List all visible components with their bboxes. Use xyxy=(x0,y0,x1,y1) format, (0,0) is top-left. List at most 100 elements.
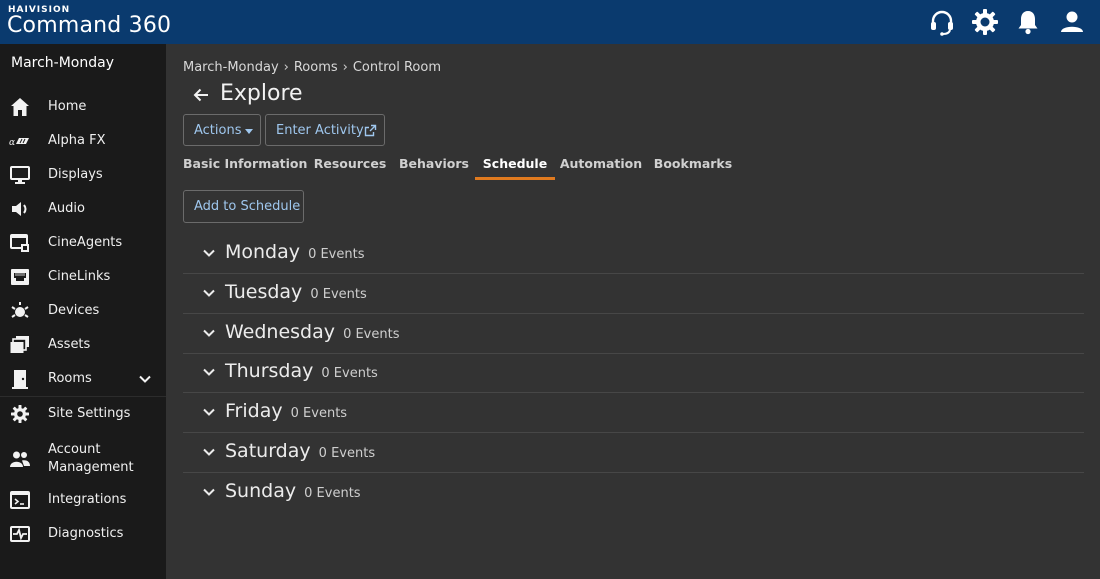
sidebar-item-label: Site Settings xyxy=(48,406,131,421)
sidebar-item-site-settings[interactable]: Site Settings xyxy=(0,398,166,430)
alphafx-icon: α xyxy=(9,130,31,152)
sidebar-item-displays[interactable]: Displays xyxy=(0,159,166,191)
sidebar-item-label: Account Management xyxy=(48,442,134,475)
headset-icon[interactable] xyxy=(927,7,957,37)
sidebar-item-label: Rooms xyxy=(48,371,92,386)
day-name: Monday 0 Events xyxy=(225,241,365,263)
main-content: March-Monday › Rooms › Control Room Explore … xyxy=(166,44,1100,579)
svg-text:α: α xyxy=(9,138,15,148)
tab-bookmarks[interactable]: Bookmarks xyxy=(649,154,737,180)
sidebar-item-label: Integrations xyxy=(48,492,127,507)
day-name: Friday 0 Events xyxy=(225,400,348,422)
sidebar-item-devices[interactable]: Devices xyxy=(0,295,166,327)
tab-automation[interactable]: Automation xyxy=(559,154,643,180)
tab-behaviors[interactable]: Behaviors xyxy=(394,154,474,180)
breadcrumb-separator: › xyxy=(342,60,348,75)
day-name: Sunday 0 Events xyxy=(225,480,361,502)
chevron-down-icon xyxy=(202,365,216,379)
chevron-down-icon xyxy=(202,246,216,260)
breadcrumb-separator: › xyxy=(283,60,289,75)
bell-icon[interactable] xyxy=(1013,7,1043,37)
event-count: 0 Events xyxy=(304,486,361,501)
tab-basic-information[interactable]: Basic Information xyxy=(183,154,307,180)
chevron-down-icon xyxy=(202,405,216,419)
sidebar-item-integrations[interactable]: Integrations xyxy=(0,484,166,516)
sidebar-item-label: Assets xyxy=(48,337,91,352)
sidebar: March-Monday Home α Alpha FX Displays Au… xyxy=(0,44,166,579)
sidebar-item-label: Diagnostics xyxy=(48,526,124,541)
actions-label: Actions xyxy=(194,123,242,138)
event-count: 0 Events xyxy=(343,327,400,342)
tab-resources[interactable]: Resources xyxy=(311,154,389,180)
sidebar-item-label: CineAgents xyxy=(48,235,123,250)
actions-dropdown-button[interactable]: Actions xyxy=(183,114,261,146)
sidebar-item-label: Home xyxy=(48,99,87,114)
sidebar-item-label: Devices xyxy=(48,303,100,318)
devices-icon xyxy=(9,300,31,322)
sidebar-item-audio[interactable]: Audio xyxy=(0,193,166,225)
event-count: 0 Events xyxy=(321,366,378,381)
gear-icon[interactable] xyxy=(970,7,1000,37)
breadcrumb-item: Control Room xyxy=(352,60,441,75)
chevron-down-icon xyxy=(202,326,216,340)
schedule-day-row[interactable]: Thursday 0 Events xyxy=(183,353,1084,393)
speaker-icon xyxy=(9,198,31,220)
sidebar-item-label: Alpha FX xyxy=(48,133,106,148)
sidebar-item-label: Audio xyxy=(48,201,85,216)
day-name: Tuesday 0 Events xyxy=(225,281,367,303)
add-to-schedule-button[interactable]: Add to Schedule xyxy=(183,190,304,223)
schedule-day-row[interactable]: Sunday 0 Events xyxy=(183,473,1084,513)
chevron-down-icon[interactable] xyxy=(138,372,152,386)
sidebar-item-alpha-fx[interactable]: α Alpha FX xyxy=(0,125,166,157)
users-icon xyxy=(9,448,31,470)
breadcrumb: March-Monday › Rooms › Control Room xyxy=(183,60,441,75)
sidebar-item-label: CineLinks xyxy=(48,269,111,284)
enter-activity-button[interactable]: Enter Activity xyxy=(265,114,385,146)
sidebar-item-home[interactable]: Home xyxy=(0,91,166,123)
top-bar: HAIVISION Command 360 xyxy=(0,0,1100,44)
sidebar-divider xyxy=(0,396,166,397)
event-count: 0 Events xyxy=(290,406,348,421)
schedule-day-row[interactable]: Wednesday 0 Events xyxy=(183,314,1084,354)
sidebar-item-cineagents[interactable]: CineAgents xyxy=(0,227,166,259)
enter-activity-label: Enter Activity xyxy=(276,123,364,138)
terminal-icon xyxy=(9,489,31,511)
day-name: Thursday 0 Events xyxy=(225,360,378,382)
page-title: Explore xyxy=(220,81,303,106)
assets-icon xyxy=(9,334,31,356)
sidebar-item-assets[interactable]: Assets xyxy=(0,329,166,361)
schedule-day-row[interactable]: Tuesday 0 Events xyxy=(183,274,1084,314)
back-arrow-icon[interactable] xyxy=(192,86,210,104)
pulse-icon xyxy=(9,523,31,545)
breadcrumb-item[interactable]: Rooms xyxy=(294,60,338,75)
sidebar-item-cinelinks[interactable]: CineLinks xyxy=(0,261,166,293)
user-icon[interactable] xyxy=(1057,7,1087,37)
breadcrumb-item[interactable]: March-Monday xyxy=(183,60,279,75)
home-icon xyxy=(9,96,31,118)
schedule-day-row[interactable]: Monday 0 Events xyxy=(183,234,1084,274)
external-link-icon xyxy=(364,124,377,137)
day-name: Saturday 0 Events xyxy=(225,440,376,462)
chevron-down-icon xyxy=(202,286,216,300)
site-name: March-Monday xyxy=(11,55,114,71)
add-to-schedule-label: Add to Schedule xyxy=(194,199,301,214)
caret-down-icon xyxy=(245,129,253,134)
schedule-day-row[interactable]: Saturday 0 Events xyxy=(183,433,1084,473)
event-count: 0 Events xyxy=(310,287,367,302)
door-icon xyxy=(9,368,31,390)
gear-icon xyxy=(9,403,31,425)
sidebar-item-rooms[interactable]: Rooms xyxy=(0,363,166,395)
sidebar-item-diagnostics[interactable]: Diagnostics xyxy=(0,518,166,550)
cinelinks-icon xyxy=(9,266,31,288)
event-count: 0 Events xyxy=(308,247,365,262)
sidebar-item-label: Displays xyxy=(48,167,103,182)
cineagents-icon xyxy=(9,232,31,254)
day-name: Wednesday 0 Events xyxy=(225,321,400,343)
monitor-icon xyxy=(9,164,31,186)
brand-product[interactable]: Command 360 xyxy=(7,13,171,38)
sidebar-item-account-management[interactable]: Account Management xyxy=(0,440,166,480)
chevron-down-icon xyxy=(202,445,216,459)
tab-schedule[interactable]: Schedule xyxy=(475,154,555,180)
chevron-down-icon xyxy=(202,485,216,499)
schedule-day-row[interactable]: Friday 0 Events xyxy=(183,393,1084,433)
